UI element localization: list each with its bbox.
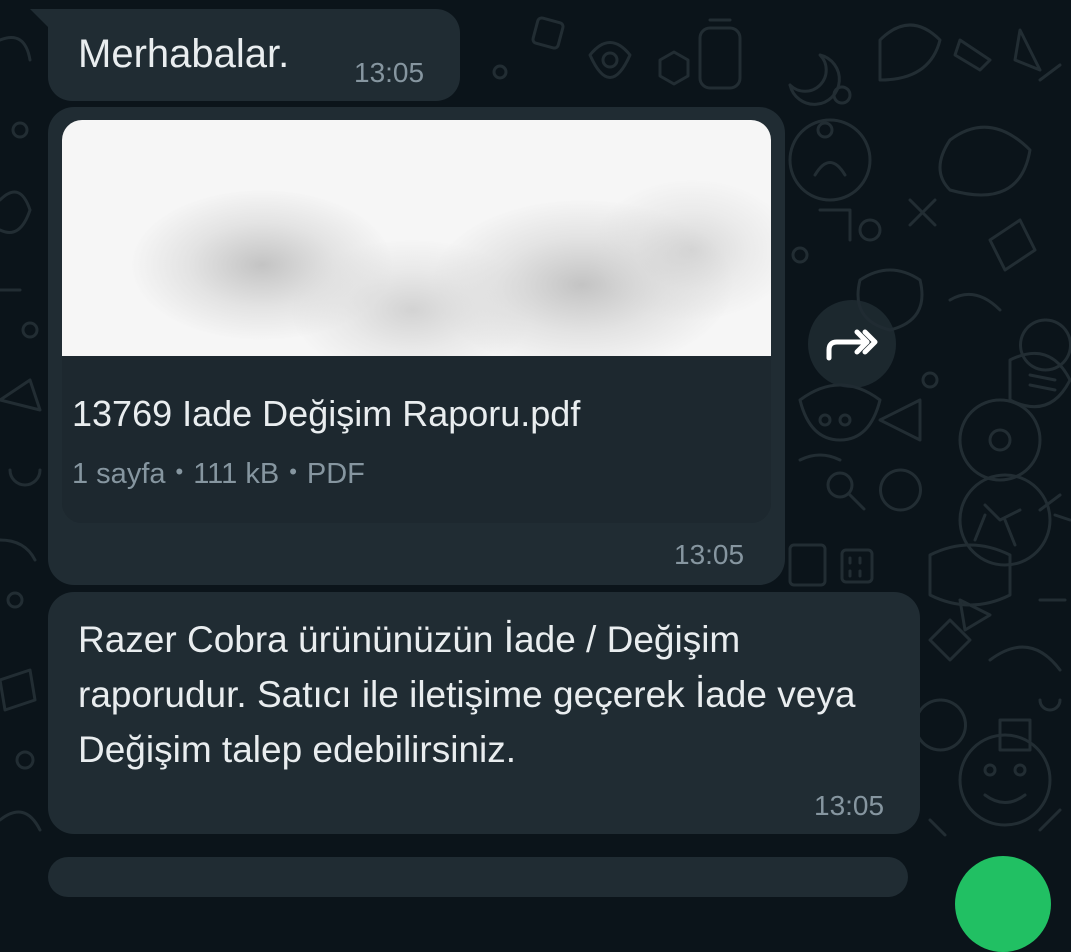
forward-button[interactable] — [808, 300, 896, 388]
document-size: 111 kB — [193, 458, 280, 490]
message-time: 13:05 — [814, 790, 885, 821]
document-preview-thumbnail[interactable] — [62, 120, 771, 356]
message-text: Razer Cobra ürününüzün İade / Değişim ra… — [78, 619, 856, 770]
meta-separator: • — [289, 459, 297, 485]
scroll-fab-partial[interactable] — [955, 856, 1051, 952]
forward-icon — [826, 329, 878, 361]
meta-separator: • — [175, 459, 184, 485]
message-bubble-report-info[interactable]: Razer Cobra ürününüzün İade / Değişim ra… — [48, 592, 920, 834]
message-time: 13:05 — [354, 57, 425, 88]
document-pages: 1 sayfa — [72, 458, 166, 490]
message-text: Merhabalar. — [78, 32, 290, 76]
document-type: PDF — [306, 458, 365, 490]
document-meta: 1 sayfa • 111 kB • PDF — [72, 457, 365, 492]
message-bubble-document[interactable]: 13769 Iade Değişim Raporu.pdf 1 sayfa • 11… — [48, 107, 785, 585]
message-bubble-greeting[interactable]: Merhabalar. 13:05 — [48, 9, 460, 101]
message-time: 13:05 — [674, 539, 745, 570]
message-bubble-partial[interactable] — [48, 857, 908, 897]
document-info — [62, 356, 771, 523]
document-name[interactable]: 13769 Iade Değişim Raporu.pdf — [72, 393, 580, 435]
